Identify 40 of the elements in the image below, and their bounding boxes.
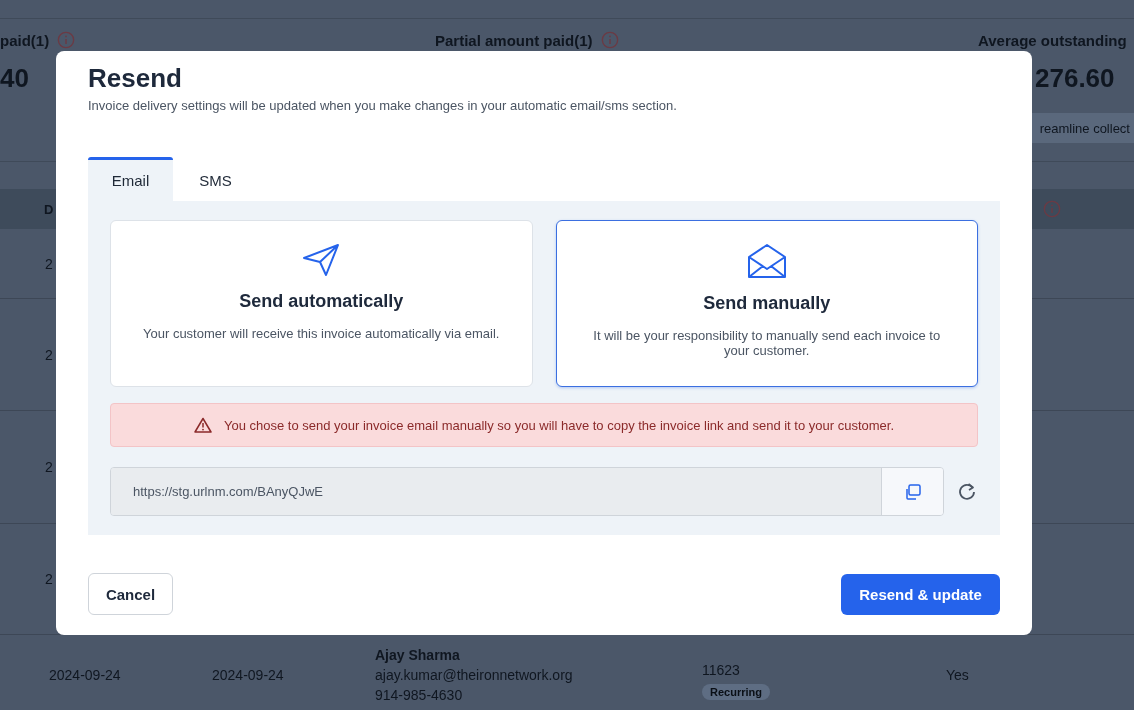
alert-message: You chose to send your invoice email manually so you will have to copy the invoice link and send it to your customer. bbox=[223, 417, 895, 433]
recurring-badge: Recurring bbox=[702, 684, 770, 700]
tab[interactable]: Email bbox=[88, 157, 173, 201]
warning-icon bbox=[193, 417, 212, 433]
customer-name: Ajay Sharma bbox=[375, 647, 461, 663]
column-header: D bbox=[44, 201, 54, 217]
cancel-button[interactable]: Cancel bbox=[88, 573, 173, 615]
table-cell: 2 bbox=[45, 571, 53, 587]
customer-phone: 914-985-4630 bbox=[375, 687, 464, 703]
delivery-option-card[interactable]: Send manually It will be your responsibility to manually send each invoice to your customer. bbox=[555, 220, 978, 387]
table-cell: 2 bbox=[45, 459, 53, 475]
table-cell-text: Yes bbox=[946, 667, 970, 683]
dialog-title: Resend bbox=[88, 63, 183, 94]
stat-label: Partial amount paid(1) bbox=[435, 31, 593, 49]
resend-update-button[interactable]: Resend & update bbox=[841, 573, 1000, 615]
option-title: Send automatically bbox=[239, 291, 404, 312]
paper-plane-icon bbox=[302, 243, 341, 277]
option-description: Your customer will receive this invoice automatically via email. bbox=[143, 326, 500, 341]
stat-label: Average outstanding bbox=[978, 31, 1127, 49]
customer-email: ajay.kumar@theironnetwork.org bbox=[375, 667, 574, 683]
stat-label: paid(1) bbox=[0, 31, 50, 49]
table-cell: 2 bbox=[45, 346, 53, 363]
table-cell-text: 2024-09-24 bbox=[212, 667, 285, 683]
dialog-subtitle: Invoice delivery settings will be updated when you make changes in your automatic email/sms section. bbox=[88, 98, 678, 113]
envelope-icon bbox=[746, 243, 787, 279]
option-description: It will be your responsibility to manually send each invoice to your customer. bbox=[592, 328, 942, 358]
stat-value: 276.60 bbox=[1035, 63, 1115, 94]
delivery-option-card[interactable]: Send automatically Your customer will receive this invoice automatically via email. bbox=[110, 220, 533, 387]
copy-button[interactable] bbox=[881, 468, 943, 515]
info-icon bbox=[1043, 200, 1061, 218]
link-field[interactable]: https://stg.urlnm.com/BAnyQJwE bbox=[110, 467, 944, 516]
table-cell: 2 bbox=[45, 255, 53, 272]
tab[interactable]: SMS bbox=[173, 157, 258, 201]
table-cell: 11623 bbox=[702, 662, 740, 678]
table-cell-text: 2024-09-24 bbox=[49, 667, 122, 683]
stat-value: 40 bbox=[0, 63, 29, 94]
info-icon bbox=[57, 31, 76, 49]
copy-icon bbox=[903, 482, 922, 501]
info-icon bbox=[600, 31, 619, 49]
option-title: Send manually bbox=[703, 293, 831, 314]
